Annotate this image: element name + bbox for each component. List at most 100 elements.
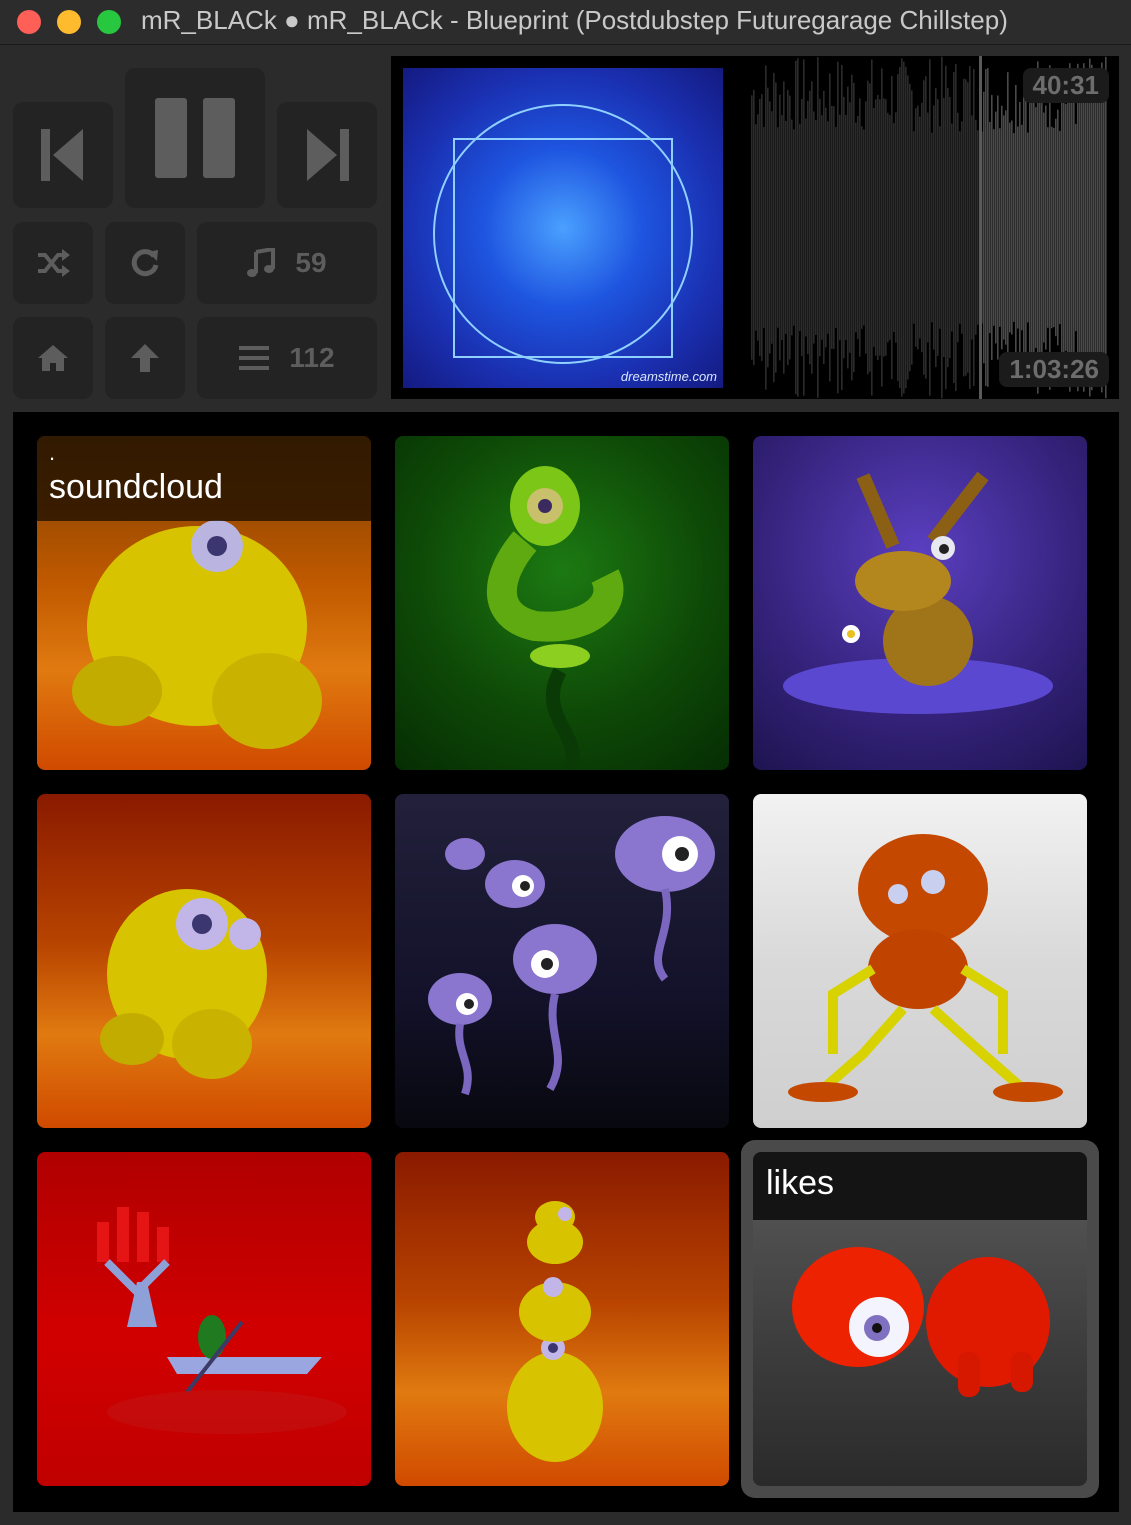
waveform-bar — [953, 71, 955, 384]
waveform-bar — [819, 98, 821, 357]
repeat-button[interactable] — [105, 222, 185, 304]
waveform-bar — [1041, 83, 1043, 372]
waveform-bar — [773, 72, 775, 383]
waveform-bar — [1097, 78, 1099, 377]
waveform-bar — [841, 64, 843, 391]
waveform-bar — [871, 59, 873, 396]
waveform-bar — [845, 114, 847, 341]
pause-button[interactable] — [125, 68, 265, 208]
waveform-bar — [1087, 97, 1089, 358]
waveform-bar — [857, 115, 859, 340]
waveform-bar — [825, 107, 827, 348]
waveform-bar — [859, 98, 861, 357]
waveform-bar — [1033, 76, 1035, 379]
waveform-bar — [1105, 56, 1107, 399]
waveform-bar — [879, 99, 881, 356]
waveform-bar — [811, 81, 813, 374]
playlist-tile[interactable] — [753, 436, 1087, 770]
playlist-tile[interactable] — [37, 1152, 371, 1486]
waveform-bar — [891, 75, 893, 380]
waveform-bar — [877, 94, 879, 361]
repeat-icon — [131, 249, 159, 277]
tracks-count-button[interactable]: 59 — [197, 222, 377, 304]
waveform-bar — [1073, 100, 1075, 355]
shuffle-button[interactable] — [13, 222, 93, 304]
playlist-tile[interactable]: . soundcloud — [37, 436, 371, 770]
waveform-bar — [833, 106, 835, 349]
waveform-bar — [1069, 63, 1071, 392]
minimize-window-button[interactable] — [57, 10, 81, 34]
waveform-bar — [843, 96, 845, 359]
waveform-bar — [801, 98, 803, 357]
waveform-bar — [795, 60, 797, 395]
playlist-grid: . soundcloud likes — [13, 412, 1119, 1512]
waveform-bar — [915, 108, 917, 347]
close-window-button[interactable] — [17, 10, 41, 34]
waveform-bar — [863, 129, 865, 326]
waveform-bar — [899, 66, 901, 389]
waveform-bar — [893, 123, 895, 332]
playlist-tile[interactable] — [753, 794, 1087, 1128]
waveform-bar — [853, 82, 855, 373]
waveform-bar — [869, 83, 871, 372]
waveform-bar — [963, 78, 965, 377]
waveform-bar — [971, 115, 973, 340]
next-button[interactable] — [277, 102, 377, 208]
waveform-bar — [753, 89, 755, 366]
waveform-bar — [1051, 126, 1053, 329]
zoom-window-button[interactable] — [97, 10, 121, 34]
window-title: mR_BLACk ● mR_BLACk - Blueprint (Postdub… — [141, 5, 1008, 35]
waveform-bar — [961, 121, 963, 334]
waveform-bar — [1017, 126, 1019, 329]
waveform-bar — [947, 87, 949, 368]
waveform-bar — [1025, 101, 1027, 354]
waveform-bar — [883, 98, 885, 357]
waveform-bar — [861, 126, 863, 329]
waveform-bar — [935, 87, 937, 368]
album-artwork[interactable]: dreamstime.com — [403, 68, 723, 388]
waveform-bar — [1039, 77, 1041, 378]
queue-button[interactable]: 112 — [197, 317, 377, 399]
waveform-bar — [1071, 92, 1073, 363]
waveform-bar — [1003, 115, 1005, 340]
waveform-bar — [923, 80, 925, 375]
tile-label-name: likes — [753, 1152, 1087, 1220]
waveform-bar — [1059, 130, 1061, 325]
waveform-bar — [1089, 58, 1091, 397]
waveform-bar — [939, 126, 941, 329]
waveform-bar — [815, 120, 817, 335]
previous-button[interactable] — [13, 102, 113, 208]
waveform-bar — [901, 58, 903, 397]
playlist-tile[interactable] — [395, 1152, 729, 1486]
waveform-bar — [829, 73, 831, 382]
waveform-bar — [909, 83, 911, 372]
title-bar: mR_BLACk ● mR_BLACk - Blueprint (Postdub… — [0, 0, 1131, 45]
waveform-bar — [959, 131, 961, 324]
up-arrow-icon — [131, 344, 159, 372]
home-button[interactable] — [13, 317, 93, 399]
waveform-bar — [1043, 112, 1045, 343]
yellow-creature-image — [100, 889, 267, 1079]
waveform-bar — [941, 56, 943, 399]
playlist-tile[interactable] — [395, 436, 729, 770]
playhead[interactable] — [979, 56, 982, 399]
waveform-bar — [775, 82, 777, 373]
previous-icon — [41, 129, 83, 181]
moose-image — [783, 471, 1053, 714]
playlist-tile[interactable] — [395, 794, 729, 1128]
waveform-seekbar[interactable] — [751, 56, 1107, 399]
playlist-tile-selected[interactable]: likes — [753, 1152, 1087, 1486]
waveform-bar — [873, 108, 875, 347]
waveform-bar — [999, 128, 1001, 327]
waveform-bar — [1103, 91, 1105, 364]
queue-count: 112 — [289, 342, 335, 373]
waveform-bar — [1049, 65, 1051, 390]
waveform-bar — [1013, 133, 1015, 322]
waveform-bar — [821, 115, 823, 340]
up-button[interactable] — [105, 317, 185, 399]
next-icon — [307, 129, 349, 181]
playlist-tile[interactable] — [37, 794, 371, 1128]
waveform-bar — [951, 123, 953, 332]
waveform-bar — [957, 112, 959, 343]
waveform-bar — [997, 95, 999, 360]
